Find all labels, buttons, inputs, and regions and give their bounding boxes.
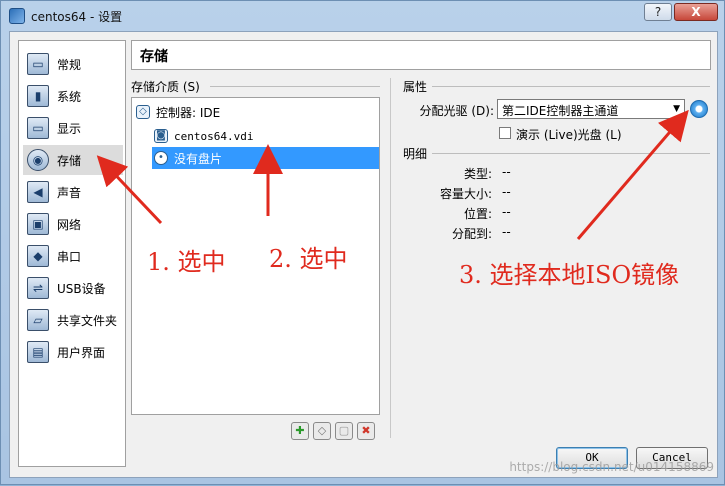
divider xyxy=(390,78,391,438)
sidebar-item-label: 显示 xyxy=(57,121,82,136)
controller-icon: ◇ xyxy=(136,105,150,119)
sidebar-item-shared-folders[interactable]: ▱ 共享文件夹 xyxy=(23,305,123,335)
title-bar: centos64 - 设置 ? X xyxy=(1,1,724,31)
sidebar-item-label: 系统 xyxy=(57,89,82,104)
settings-window: centos64 - 设置 ? X ▭ 常规 ▮ 系统 ▭ 显示 ◉ 存储 ◀ … xyxy=(0,0,725,485)
sidebar-item-system[interactable]: ▮ 系统 xyxy=(23,81,123,111)
optical-drive-value: 第二IDE控制器主通道 xyxy=(502,104,619,118)
user-interface-icon: ▤ xyxy=(27,341,49,363)
close-button[interactable]: X xyxy=(674,3,718,21)
annotation-step-2: 2. 选中 xyxy=(269,245,348,273)
add-attachment-icon[interactable]: ◇ xyxy=(313,422,331,440)
tree-item-controller-ide[interactable]: ◇ 控制器: IDE xyxy=(136,101,376,123)
sidebar-item-serial-port[interactable]: ◆ 串口 xyxy=(23,241,123,271)
detail-size-value: -- xyxy=(502,185,511,199)
shared-folder-icon: ▱ xyxy=(27,309,49,331)
optical-disc-icon: • xyxy=(154,151,168,165)
detail-location-value: -- xyxy=(502,205,511,219)
hard-disk-icon: ◙ xyxy=(154,129,168,143)
divider xyxy=(432,153,710,154)
remove-attachment-icon[interactable]: ▢ xyxy=(335,422,353,440)
storage-media-label: 存储介质 (S) xyxy=(131,80,200,94)
detail-size-label: 容量大小: xyxy=(439,187,492,201)
sidebar-item-display[interactable]: ▭ 显示 xyxy=(23,113,123,143)
sidebar-item-user-interface[interactable]: ▤ 用户界面 xyxy=(23,337,123,367)
tree-item-empty-optical[interactable]: • 没有盘片 xyxy=(152,147,379,169)
annotation-step-1: 1. 选中 xyxy=(147,248,226,276)
audio-icon: ◀ xyxy=(27,181,49,203)
sidebar-item-label: USB设备 xyxy=(57,281,106,296)
page-title: 存储 xyxy=(131,40,711,70)
optical-drive-label: 分配光驱 (D): xyxy=(419,104,494,118)
settings-sidebar: ▭ 常规 ▮ 系统 ▭ 显示 ◉ 存储 ◀ 声音 ▣ 网络 ◆ 串口 ⇌ USB… xyxy=(18,40,126,467)
live-cd-label: 演示 (Live)光盘 (L) xyxy=(516,128,622,142)
general-icon: ▭ xyxy=(27,53,49,75)
sidebar-item-usb[interactable]: ⇌ USB设备 xyxy=(23,273,123,303)
virtualbox-app-icon xyxy=(9,8,25,24)
usb-icon: ⇌ xyxy=(27,277,49,299)
sidebar-item-label: 用户界面 xyxy=(57,345,106,360)
detail-type-value: -- xyxy=(502,165,511,179)
tree-item-disk[interactable]: ◙ centos64.vdi xyxy=(154,125,376,147)
serial-port-icon: ◆ xyxy=(27,245,49,267)
tree-item-label: centos64.vdi xyxy=(174,129,254,143)
system-icon: ▮ xyxy=(27,85,49,107)
network-icon: ▣ xyxy=(27,213,49,235)
detail-location-label: 位置: xyxy=(463,207,492,221)
detail-attached-value: -- xyxy=(502,225,511,239)
help-button[interactable]: ? xyxy=(644,3,672,21)
tree-item-label: 没有盘片 xyxy=(174,151,223,166)
sidebar-item-label: 声音 xyxy=(57,185,82,200)
remove-controller-icon[interactable]: ✖ xyxy=(357,422,375,440)
optical-drive-select[interactable]: 第二IDE控制器主通道 ▼ xyxy=(497,99,685,119)
details-label: 明细 xyxy=(403,147,428,161)
sidebar-item-network[interactable]: ▣ 网络 xyxy=(23,209,123,239)
detail-type-label: 类型: xyxy=(463,167,492,181)
attributes-label: 属性 xyxy=(403,80,428,94)
choose-disk-image-button[interactable] xyxy=(690,100,708,118)
display-icon: ▭ xyxy=(27,117,49,139)
sidebar-item-general[interactable]: ▭ 常规 xyxy=(23,49,123,79)
annotation-step-3: 3. 选择本地ISO镜像 xyxy=(459,261,680,289)
detail-attached-label: 分配到: xyxy=(451,227,492,241)
divider xyxy=(210,86,380,87)
storage-icon: ◉ xyxy=(27,149,49,171)
sidebar-item-label: 串口 xyxy=(57,249,82,264)
tree-item-label: 控制器: IDE xyxy=(156,105,221,120)
sidebar-item-label: 共享文件夹 xyxy=(57,313,118,328)
sidebar-item-audio[interactable]: ◀ 声音 xyxy=(23,177,123,207)
sidebar-item-label: 存储 xyxy=(57,153,82,168)
sidebar-item-label: 常规 xyxy=(57,57,82,72)
window-title: centos64 - 设置 xyxy=(31,9,123,24)
sidebar-item-label: 网络 xyxy=(57,217,82,232)
divider xyxy=(432,86,710,87)
watermark: https://blog.csdn.net/u014158869 xyxy=(509,460,714,474)
chevron-down-icon: ▼ xyxy=(673,104,680,114)
add-controller-icon[interactable]: ✚ xyxy=(291,422,309,440)
sidebar-item-storage[interactable]: ◉ 存储 xyxy=(23,145,123,175)
live-cd-checkbox[interactable] xyxy=(499,127,511,139)
